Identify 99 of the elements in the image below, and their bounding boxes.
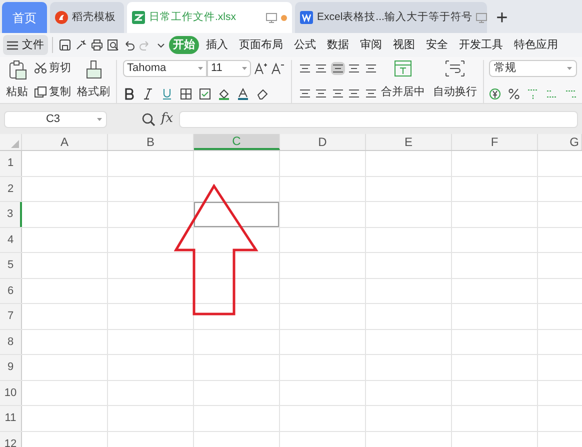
unsaved-dot-icon [281, 14, 287, 20]
currency-icon[interactable] [489, 88, 501, 100]
merge-cells-icon [394, 60, 412, 77]
tab-label: Excel表格技...输入大于等于符号 [317, 10, 472, 25]
column-header[interactable]: F [452, 134, 538, 150]
copy-button[interactable]: 复制 [49, 84, 71, 100]
tab-label: 稻壳模板 [72, 10, 117, 25]
font-size-dropdown[interactable]: 11 [207, 60, 251, 77]
wrap-text-button[interactable]: 自动换行 [433, 84, 477, 100]
align-icon[interactable] [316, 88, 326, 98]
menu-tab[interactable]: 开发工具 [455, 36, 507, 54]
dropdown-caret-icon [242, 67, 247, 70]
menu-tab[interactable]: 审阅 [356, 36, 386, 54]
eraser-icon[interactable] [256, 88, 268, 100]
insert-function-button[interactable]: fx [161, 109, 174, 129]
menu-tab[interactable]: 公式 [290, 36, 320, 54]
print-preview-icon[interactable] [106, 39, 118, 51]
row-header[interactable]: 5 [0, 253, 22, 278]
paint-bucket-icon[interactable] [218, 88, 230, 100]
row-header[interactable]: 2 [0, 176, 22, 201]
borders-icon[interactable] [180, 88, 192, 100]
align-icon[interactable] [366, 88, 376, 98]
menu-tab[interactable]: 插入 [202, 36, 232, 54]
cell-reference: C3 [44, 112, 62, 127]
align-icon[interactable] [300, 88, 310, 98]
align-icon[interactable] [332, 64, 343, 73]
paintbrush-icon [84, 60, 102, 80]
column-header[interactable]: E [366, 134, 452, 150]
name-box[interactable]: C3 [4, 110, 107, 128]
print-icon[interactable] [90, 39, 102, 51]
monitor-icon [266, 12, 277, 22]
align-icon[interactable] [332, 88, 343, 98]
increase-font-icon[interactable] [254, 62, 268, 75]
align-icon[interactable] [366, 64, 376, 73]
menu-tab[interactable]: 安全 [422, 36, 452, 54]
document-logo-icon [300, 11, 313, 24]
dropdown-caret-icon [567, 67, 572, 70]
spreadsheet-logo-icon [132, 11, 145, 24]
flame-logo-icon [55, 11, 68, 24]
row-header[interactable]: 6 [0, 278, 22, 303]
copy-icon[interactable] [34, 86, 47, 98]
wrap-text-icon [445, 60, 465, 77]
save-icon[interactable] [58, 39, 70, 51]
row-header[interactable]: 9 [0, 355, 22, 380]
dropdown-caret-icon [97, 118, 102, 120]
formula-input-field[interactable] [179, 110, 578, 128]
cell-fill-icon[interactable] [199, 88, 211, 100]
format-painter-button[interactable]: 格式刷 [77, 84, 110, 100]
scissors-icon[interactable] [34, 62, 47, 74]
row-header[interactable]: 8 [0, 330, 22, 354]
row-header[interactable]: 10 [0, 380, 22, 405]
clipboard-icon [7, 60, 27, 80]
menu-icon [7, 40, 18, 50]
italic-icon[interactable] [142, 88, 154, 100]
row-header[interactable]: 4 [0, 228, 22, 252]
column-header[interactable]: G [538, 134, 582, 150]
new-tab-button[interactable]: + [490, 2, 514, 33]
tab-label: 日常工作文件.xlsx [149, 10, 237, 25]
wand-icon[interactable] [74, 39, 86, 51]
decrease-decimal-icon[interactable] [565, 88, 577, 100]
row-header[interactable]: 7 [0, 304, 22, 328]
menu-tab[interactable]: 特色应用 [510, 36, 562, 54]
tab[interactable]: 日常工作文件.xlsx [127, 2, 292, 33]
font-name: Tahoma [127, 61, 166, 76]
row-header[interactable]: 11 [0, 406, 22, 430]
merge-center-button[interactable]: 合并居中 [381, 84, 425, 100]
undo-icon[interactable] [122, 39, 134, 51]
dropdown-caret-icon [198, 67, 203, 70]
thousands-separator-icon[interactable] [527, 88, 539, 100]
menu-tab[interactable]: 数据 [323, 36, 353, 54]
align-icon[interactable] [316, 64, 326, 73]
column-header[interactable]: D [280, 134, 366, 150]
number-format: 常规 [494, 61, 516, 76]
bold-icon[interactable] [123, 88, 135, 100]
align-icon[interactable] [300, 64, 310, 73]
row-header[interactable]: 3 [0, 202, 22, 226]
font-color-icon[interactable] [237, 88, 249, 100]
align-icon[interactable] [349, 64, 360, 73]
underline-icon[interactable] [161, 88, 173, 100]
paste-button[interactable]: 粘贴 [6, 84, 28, 100]
number-format-dropdown[interactable]: 常规 [489, 60, 577, 77]
tab[interactable]: 稻壳模板 [50, 2, 124, 33]
zoom-search-icon[interactable] [142, 112, 155, 126]
row-header[interactable]: 1 [0, 151, 22, 176]
increase-decimal-icon[interactable] [546, 88, 558, 100]
monitor-icon [476, 12, 488, 22]
font-size: 11 [211, 61, 222, 76]
cut-button[interactable]: 剪切 [49, 60, 71, 76]
decrease-font-icon[interactable] [271, 62, 285, 75]
active-cell[interactable] [194, 202, 279, 226]
tab[interactable]: Excel表格技...输入大于等于符号 [295, 2, 487, 33]
menu-tab[interactable]: 视图 [389, 36, 419, 54]
row-header[interactable]: 12 [0, 432, 22, 447]
align-icon[interactable] [349, 88, 360, 98]
font-name-dropdown[interactable]: Tahoma [123, 60, 207, 77]
percent-icon[interactable] [508, 88, 520, 100]
file-menu-button[interactable]: 文件 [3, 35, 48, 55]
menu-tab[interactable]: 页面布局 [235, 36, 287, 54]
column-header[interactable]: A [22, 134, 108, 150]
